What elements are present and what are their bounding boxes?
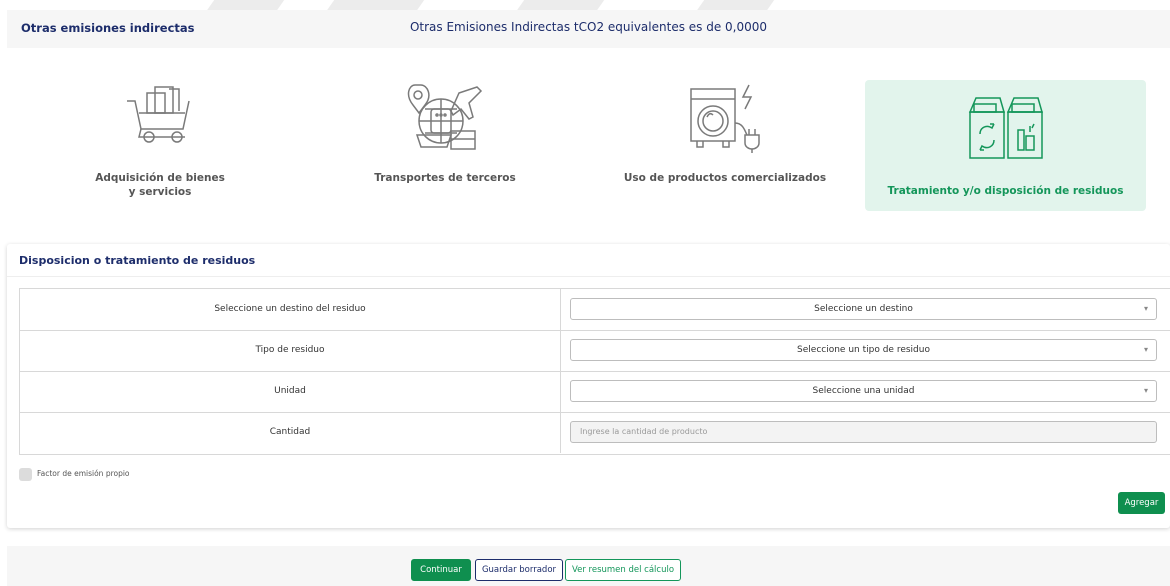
save-draft-button[interactable]: Guardar borrador [475, 559, 563, 581]
transport-icon [407, 83, 483, 159]
emissions-summary: Otras Emisiones Indirectas tCO2 equivale… [409, 20, 768, 34]
waste-form: Seleccione un destino del residuo Selecc… [19, 288, 1170, 455]
category-card-adquisicion[interactable]: Adquisición de bienes y servicios [90, 80, 230, 211]
form-row-cantidad: Cantidad Ingrese la cantidad de producto [20, 412, 1170, 453]
form-label: Seleccione un destino del residuo [20, 289, 561, 330]
select-value: Seleccione una unidad [812, 386, 915, 396]
add-button[interactable]: Agregar [1118, 492, 1165, 514]
checkbox-label: Factor de emisión propio [37, 469, 130, 478]
category-label: Adquisición de bienes y servicios [95, 172, 225, 198]
footer-bar: Continuar Guardar borrador Ver resumen d… [7, 546, 1170, 586]
unidad-select[interactable]: Seleccione una unidad ▾ [570, 380, 1157, 402]
section-header: Disposicion o tratamiento de residuos [7, 244, 1170, 277]
tipo-residuo-select[interactable]: Seleccione un tipo de residuo ▾ [570, 339, 1157, 361]
category-label: Uso de productos comercializados [623, 172, 827, 184]
input-placeholder: Ingrese la cantidad de producto [580, 427, 708, 436]
form-label: Tipo de residuo [20, 330, 561, 371]
recycling-bins-icon [968, 94, 1044, 166]
form-row-unidad: Unidad Seleccione una unidad ▾ [20, 371, 1170, 413]
category-card-transportes[interactable]: Transportes de terceros [360, 80, 530, 211]
category-selector: Adquisición de bienes y servicios Transp… [0, 80, 1170, 215]
select-value: Seleccione un destino [814, 304, 913, 314]
form-row-destino: Seleccione un destino del residuo Selecc… [20, 289, 1170, 331]
shopping-cart-icon [125, 83, 195, 151]
select-value: Seleccione un tipo de residuo [797, 345, 930, 355]
cantidad-input[interactable]: Ingrese la cantidad de producto [570, 421, 1157, 443]
section-title: Disposicion o tratamiento de residuos [19, 254, 256, 267]
factor-emision-checkbox[interactable] [19, 468, 32, 481]
view-summary-button[interactable]: Ver resumen del cálculo [565, 559, 681, 581]
washing-machine-icon [687, 83, 763, 157]
destino-select[interactable]: Seleccione un destino ▾ [570, 298, 1157, 320]
form-label: Cantidad [20, 412, 561, 453]
header-bar: Otras emisiones indirectas Otras Emision… [7, 10, 1170, 48]
category-card-residuos[interactable]: Tratamiento y/o disposición de residuos [865, 80, 1146, 211]
continue-button[interactable]: Continuar [411, 559, 471, 581]
waste-treatment-section: Disposicion o tratamiento de residuos Se… [7, 244, 1170, 528]
chevron-down-icon: ▾ [1143, 304, 1148, 313]
form-label: Unidad [20, 371, 561, 412]
chevron-down-icon: ▾ [1143, 345, 1148, 354]
category-label: Tratamiento y/o disposición de residuos [887, 185, 1124, 197]
category-card-uso-productos[interactable]: Uso de productos comercializados [620, 80, 830, 211]
chevron-down-icon: ▾ [1143, 386, 1148, 395]
category-label: Transportes de terceros [374, 172, 516, 184]
form-row-tipo: Tipo de residuo Seleccione un tipo de re… [20, 330, 1170, 372]
